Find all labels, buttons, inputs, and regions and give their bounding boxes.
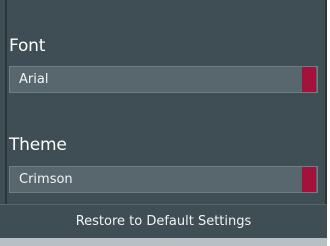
settings-panel: Font Arial Theme Crimson Restore to Defa…: [0, 0, 327, 246]
font-select-value: Arial: [19, 72, 49, 87]
theme-select[interactable]: Crimson: [9, 166, 318, 193]
font-label: Font: [9, 36, 46, 56]
theme-select-value: Crimson: [19, 172, 73, 187]
dropdown-arrow-icon[interactable]: [302, 67, 316, 92]
bottom-strip: [0, 238, 327, 246]
restore-defaults-button[interactable]: Restore to Default Settings: [0, 204, 327, 238]
dropdown-arrow-icon[interactable]: [302, 167, 316, 192]
font-select[interactable]: Arial: [9, 66, 318, 93]
right-divider: [325, 0, 327, 236]
restore-defaults-label: Restore to Default Settings: [75, 214, 252, 229]
left-divider: [5, 0, 7, 236]
theme-label: Theme: [9, 135, 67, 155]
